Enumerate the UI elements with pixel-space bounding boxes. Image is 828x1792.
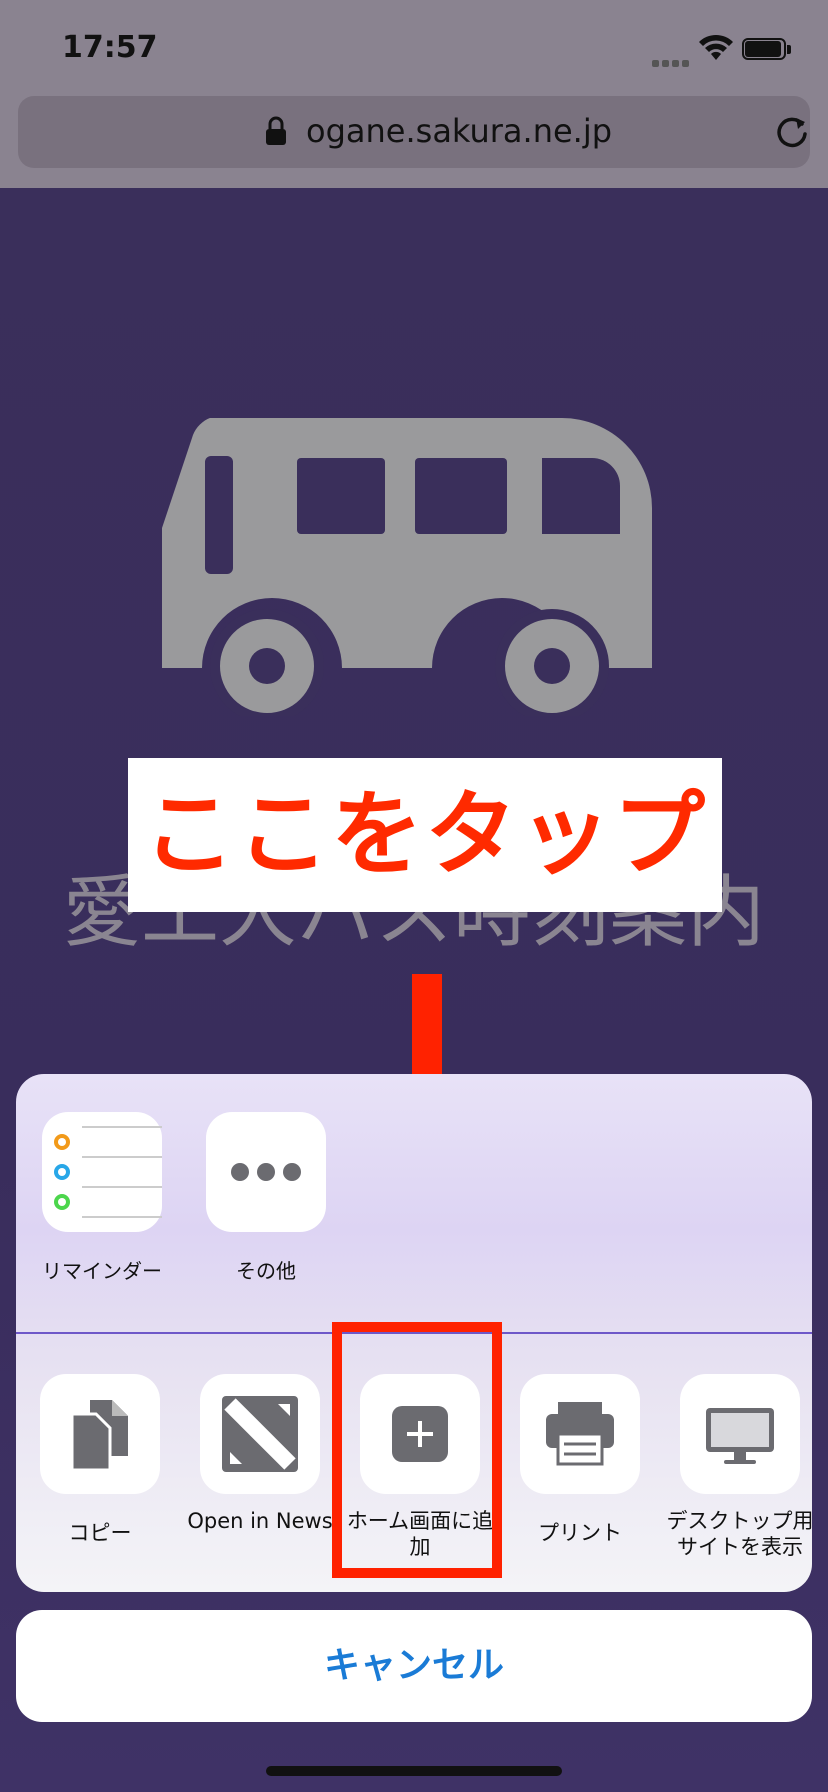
cellular-signal-icon	[652, 52, 692, 67]
more-icon	[231, 1163, 301, 1181]
home-indicator	[266, 1766, 562, 1776]
news-icon	[222, 1396, 298, 1472]
desktop-site-action[interactable]	[680, 1374, 800, 1494]
cancel-label: キャンセル	[323, 1645, 504, 1686]
annotation-text: ここをタップ	[142, 781, 707, 888]
status-time: 17:57	[62, 30, 158, 65]
reminders-icon	[54, 1126, 162, 1218]
url-text: ogane.sakura.ne.jp	[306, 112, 613, 150]
copy-action[interactable]	[40, 1374, 160, 1494]
status-bar: 17:57	[0, 0, 828, 96]
reload-icon[interactable]	[774, 114, 810, 150]
app-label-reminders: リマインダー	[42, 1259, 162, 1283]
print-action[interactable]	[520, 1374, 640, 1494]
action-label-desktop-site: デスクトップ用サイトを表示	[666, 1509, 813, 1559]
copy-icon	[70, 1400, 128, 1472]
address-bar[interactable]: ogane.sakura.ne.jp	[18, 96, 810, 168]
open-in-news-action[interactable]	[200, 1374, 320, 1494]
app-label-more: その他	[236, 1259, 296, 1283]
action-label-open-in-news: Open in News	[187, 1509, 333, 1533]
desktop-icon	[706, 1408, 774, 1464]
reminders-app[interactable]	[42, 1112, 162, 1232]
wifi-icon	[699, 34, 733, 60]
bus-icon	[162, 418, 652, 716]
browser-toolbar: ogane.sakura.ne.jp	[0, 96, 828, 189]
battery-icon	[742, 38, 792, 62]
printer-icon	[546, 1402, 614, 1466]
cancel-button[interactable]: キャンセル	[16, 1610, 812, 1722]
more-apps[interactable]	[206, 1112, 326, 1232]
annotation-highlight-frame	[332, 1322, 502, 1578]
action-label-copy: コピー	[68, 1521, 132, 1545]
action-label-print: プリント	[538, 1521, 622, 1545]
annotation-callout: ここをタップ	[128, 758, 722, 912]
lock-icon	[266, 116, 286, 145]
